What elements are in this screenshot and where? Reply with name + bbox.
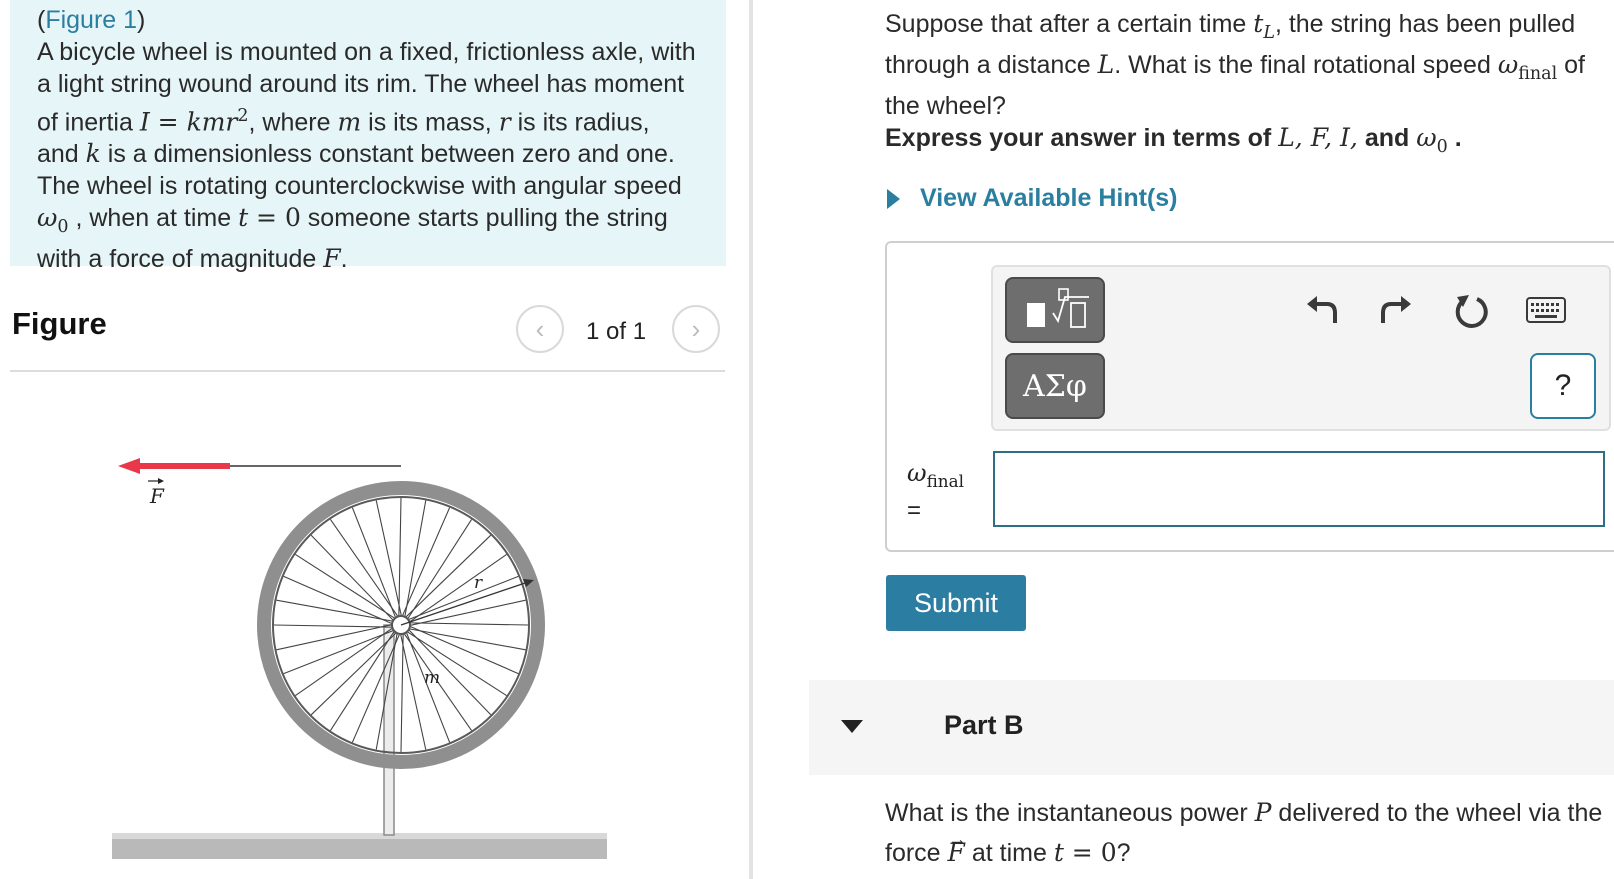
spoke	[400, 628, 404, 753]
answer-input[interactable]	[993, 451, 1605, 527]
spoke	[310, 534, 398, 625]
keyboard-icon[interactable]	[1526, 297, 1566, 325]
part-a-question: Suppose that after a certain time tL, th…	[885, 9, 1585, 120]
next-figure-button[interactable]: ›	[672, 305, 720, 353]
part-b-label: Part B	[944, 710, 1024, 740]
help-button[interactable]: ?	[1530, 353, 1596, 419]
triangle-right-icon	[887, 188, 900, 209]
view-hints-link[interactable]: View Available Hint(s)	[885, 184, 1177, 213]
chevron-right-icon: ›	[691, 313, 701, 344]
mass-label: m	[424, 668, 440, 688]
force-arrowhead	[118, 458, 140, 474]
help-icon: ?	[1554, 369, 1572, 402]
part-b-header[interactable]: Part B	[809, 680, 1614, 775]
answer-instruction: Express your answer in terms of L, F, I,…	[885, 123, 1462, 157]
left-panel: (Figure 1) A bicycle wheel is mounted on …	[0, 0, 752, 879]
reset-icon[interactable]	[1453, 293, 1489, 329]
intro-text: (Figure 1) A bicycle wheel is mounted on …	[37, 6, 696, 274]
templates-icon	[1027, 288, 1089, 328]
force-label: F	[149, 484, 165, 508]
figure-link[interactable]: Figure 1	[45, 6, 137, 34]
prev-figure-button[interactable]: ‹	[516, 305, 564, 353]
right-panel: Suppose that after a certain time tL, th…	[753, 0, 1614, 879]
part-b-question: What is the instantaneous power P delive…	[885, 798, 1603, 867]
undo-icon[interactable]	[1305, 293, 1339, 327]
templates-button[interactable]	[1005, 277, 1105, 343]
answer-box: ΑΣφ ? ωfinal =	[885, 241, 1614, 552]
math-toolbar: ΑΣφ ?	[991, 265, 1611, 431]
greek-letters-button[interactable]: ΑΣφ	[1005, 353, 1105, 419]
figure-heading: Figure	[12, 306, 107, 341]
bicycle-wheel-figure: F r m	[112, 458, 607, 859]
radius-label: r	[474, 573, 483, 593]
figure-divider	[10, 370, 725, 372]
spoke	[404, 625, 492, 716]
chevron-left-icon: ‹	[535, 313, 545, 344]
triangle-down-icon	[841, 720, 863, 733]
problem-intro: (Figure 1) A bicycle wheel is mounted on …	[10, 0, 726, 273]
spoke	[398, 497, 402, 622]
greek-letters-icon: ΑΣφ	[1023, 368, 1087, 404]
spoke	[273, 624, 398, 628]
answer-variable-label: ωfinal =	[907, 459, 964, 524]
redo-icon[interactable]	[1379, 293, 1413, 327]
submit-button[interactable]: Submit	[886, 575, 1026, 631]
figure-pager: 1 of 1	[586, 318, 647, 345]
